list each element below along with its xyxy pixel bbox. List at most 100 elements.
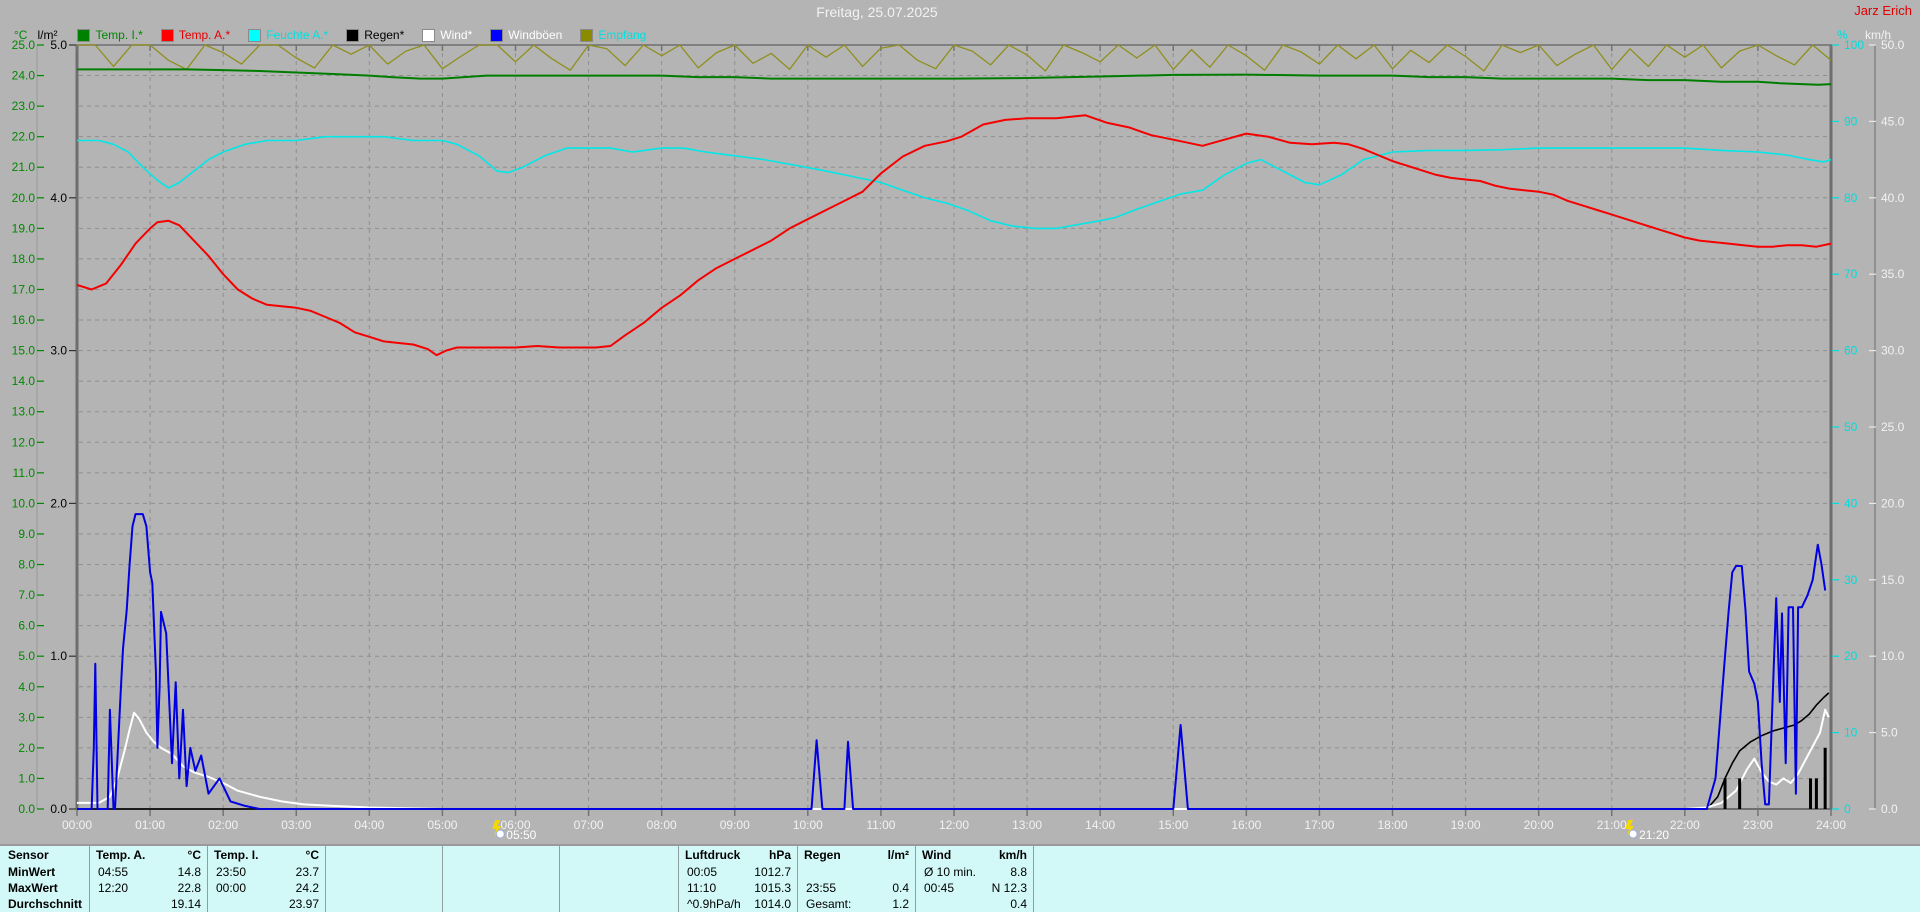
celsius-tick-label: 14.0 [12,374,36,388]
x-axis-time-label: 03:00 [281,818,311,832]
table-column-divider [325,846,326,912]
table-row-label: Sensor [8,848,49,862]
weather-chart-window: { "app": { "title": "Freitag, 25.07.2025… [0,0,1920,912]
celsius-tick-label: 21.0 [12,160,36,174]
kmh-tick-label: 0.0 [1881,802,1898,816]
celsius-tick-label: 5.0 [18,649,35,663]
kmh-tick-label: 15.0 [1881,573,1905,587]
x-axis-time-label: 04:00 [354,818,384,832]
x-axis-time-label: 13:00 [1012,818,1042,832]
celsius-tick-label: 2.0 [18,741,35,755]
kmh-tick-label: 45.0 [1881,114,1905,128]
celsius-tick-label: 11.0 [13,466,36,480]
rain-amount-bar [1814,778,1818,809]
kmh-tick-label: 30.0 [1881,344,1905,358]
kmh-tick-label: 50.0 [1881,38,1905,52]
time-marker-label: 05:50 [506,828,536,842]
x-axis-time-label: 01:00 [135,818,165,832]
percent-tick-label: 30 [1844,573,1858,587]
percent-tick-label: 10 [1844,726,1858,740]
celsius-tick-label: 18.0 [12,252,36,266]
x-axis-time-label: 15:00 [1158,818,1188,832]
table-data-value: 24.2 [295,881,319,895]
table-section-unit: °C [187,848,201,862]
celsius-tick-label: 7.0 [18,588,35,602]
table-data-value: N 12.3 [991,881,1027,895]
lm2-tick-label: 4.0 [50,191,67,205]
table-column-divider [559,846,560,912]
table-section-unit: km/h [998,848,1027,862]
table-column-divider [1033,846,1034,912]
kmh-tick-label: 5.0 [1881,726,1898,740]
table-section-unit: hPa [768,848,791,862]
celsius-tick-label: 17.0 [12,282,36,296]
lm2-tick-label: 5.0 [50,38,67,52]
table-data-value: 0.4 [892,881,909,895]
rain-amount-bar [1823,747,1827,809]
series-line-wind [77,708,1830,810]
percent-tick-label: 70 [1844,267,1858,281]
x-axis-time-label: 10:00 [793,818,823,832]
table-data-value: 1014.0 [754,897,791,911]
x-axis-time-label: 09:00 [720,818,750,832]
x-axis-time-label: 17:00 [1304,818,1334,832]
lm2-tick-label: 0.0 [50,802,67,816]
kmh-tick-label: 40.0 [1881,191,1905,205]
percent-tick-label: 100 [1844,38,1864,52]
x-axis-time-label: 18:00 [1377,818,1407,832]
celsius-tick-label: 13.0 [12,405,36,419]
celsius-tick-label: 25.0 [12,38,36,52]
celsius-tick-label: 19.0 [12,221,36,235]
table-data-value: 1015.3 [754,881,791,895]
x-axis-time-label: 21:00 [1597,818,1627,832]
table-column-divider [442,846,443,912]
table-data-value: 22.8 [177,881,201,895]
celsius-tick-label: 23.0 [12,99,36,113]
celsius-tick-label: 22.0 [12,130,36,144]
percent-tick-label: 80 [1844,191,1858,205]
celsius-tick-label: 15.0 [12,344,36,358]
series-line-windböen [77,513,1827,810]
lm2-tick-label: 2.0 [50,496,67,510]
table-data-value: 14.8 [177,865,201,879]
celsius-tick-label: 20.0 [12,191,36,205]
percent-tick-label: 0 [1844,802,1851,816]
table-section-unit: °C [305,848,319,862]
kmh-tick-label: 25.0 [1881,420,1905,434]
x-axis-time-label: 07:00 [574,818,604,832]
celsius-tick-label: 16.0 [12,313,36,327]
celsius-tick-label: 9.0 [18,527,35,541]
celsius-tick-label: 1.0 [18,771,35,785]
table-data-value: 19.14 [170,897,201,911]
series-line-regen [77,692,1830,810]
celsius-tick-label: 3.0 [18,710,35,724]
table-row-label: MinWert [8,865,56,879]
percent-tick-label: 60 [1844,344,1858,358]
percent-tick-label: 50 [1844,420,1858,434]
table-data-value: 23.97 [288,897,319,911]
table-row-label: Durchschnitt [8,897,83,911]
time-marker [1625,820,1638,839]
table-data-value: 8.8 [1010,865,1027,879]
celsius-tick-label: 8.0 [18,558,35,572]
celsius-tick-label: 6.0 [18,619,35,633]
kmh-tick-label: 35.0 [1881,267,1905,281]
celsius-tick-label: 24.0 [12,69,36,83]
x-axis-time-label: 00:00 [62,818,92,832]
table-data-value: 0.4 [1010,897,1027,911]
table-row-label: MaxWert [8,881,58,895]
x-axis-time-label: 16:00 [1231,818,1261,832]
x-axis-time-label: 05:00 [427,818,457,832]
table-data-value: 1012.7 [754,865,791,879]
statistics-table: Sensor MinWert MaxWert Durchschnitt Temp. A.… [0,844,1920,912]
celsius-tick-label: 4.0 [18,680,35,694]
x-axis-time-label: 22:00 [1670,818,1700,832]
x-axis-time-label: 12:00 [939,818,969,832]
time-marker-label: 21:20 [1639,828,1669,842]
table-data-value: 1.2 [892,897,909,911]
x-axis-time-label: 24:00 [1816,818,1846,832]
x-axis-time-label: 08:00 [647,818,677,832]
x-axis-time-label: 11:00 [866,818,895,832]
sun-cloud-icon [1628,829,1638,839]
table-data-value: 23.7 [295,865,319,879]
